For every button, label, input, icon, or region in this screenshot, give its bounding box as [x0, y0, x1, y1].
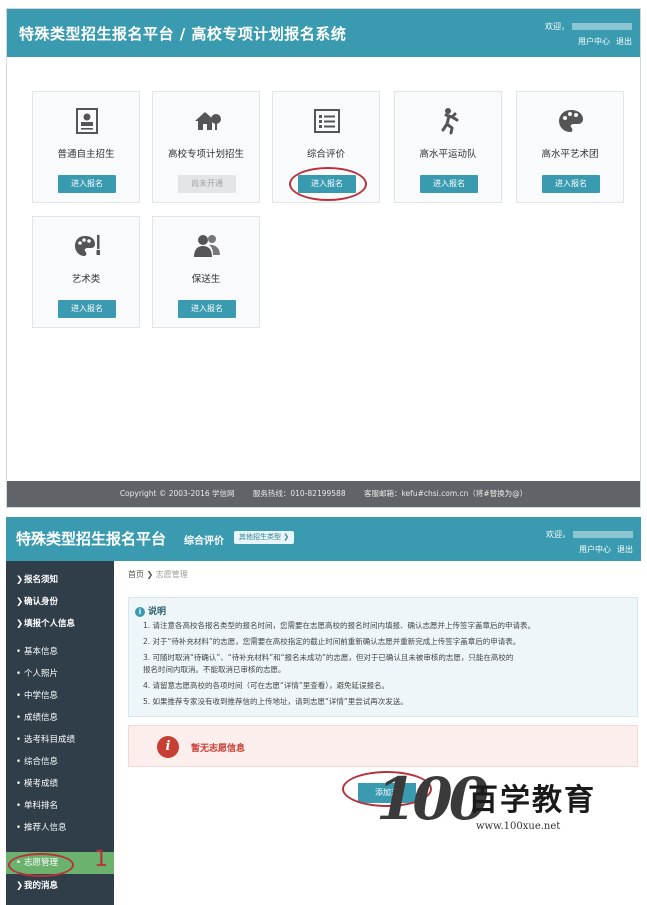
- enter-registration-button[interactable]: 进入报名: [542, 175, 600, 193]
- chevron-right-icon: ❯: [16, 575, 24, 585]
- bullet-icon: •: [16, 823, 22, 833]
- notice-heading: i 说明: [135, 604, 166, 617]
- notice-line: 3. 可随时取消“待确认”、“待补充材料”和“报名未成功”的志愿，但对于已确认且…: [143, 653, 514, 662]
- enter-registration-button[interactable]: 进入报名: [178, 300, 236, 318]
- info-icon: i: [135, 606, 145, 617]
- bullet-icon: •: [16, 735, 22, 745]
- tile-recommended-admission: 保送生 进入报名: [152, 216, 260, 328]
- notice-line: 报名时间内取消。不能取消已审核的志愿。: [143, 665, 286, 674]
- bullet-icon: •: [16, 669, 22, 679]
- enter-registration-button[interactable]: 进入报名: [58, 175, 116, 193]
- user-center-link[interactable]: 用户中心: [578, 37, 610, 46]
- watermark-url: www.100xue.net: [476, 821, 561, 832]
- tile-label: 高水平运动队: [419, 149, 477, 160]
- athlete-icon: [441, 108, 459, 135]
- user-name-redacted: [572, 23, 632, 30]
- watermark-name: 百学教育: [468, 783, 596, 818]
- sidebar-item-subject-ranking[interactable]: • 单科排名: [6, 795, 114, 817]
- main-content: 首页 ❯ 志愿管理 i 说明 1. 请注意各高校各报名类型的报名时间，您需要在志愿…: [120, 561, 641, 905]
- sidebar-item-school-info[interactable]: • 中学信息: [6, 685, 114, 707]
- tile-high-level-sports: 高水平运动队 进入报名: [394, 91, 502, 203]
- annotation-number: 1: [94, 847, 108, 872]
- tile-label: 艺术类: [71, 274, 101, 285]
- logout-link[interactable]: 退出: [616, 37, 632, 46]
- platform-title: 特殊类型招生报名平台: [16, 530, 167, 548]
- notice-line: 1. 请注意各高校各报名类型的报名时间，您需要在志愿高校的报名时间内填报、确认志…: [143, 621, 536, 630]
- empty-state-box: i 暂无志愿信息: [128, 725, 638, 767]
- tile-label: 综合评价: [306, 149, 345, 160]
- annotation-circle: [289, 167, 367, 201]
- logout-link[interactable]: 退出: [617, 545, 633, 554]
- notice-line: 4. 请留意志愿高校的各项时间（可在志愿“详情”里查看），避免延误报名。: [143, 681, 390, 690]
- sidebar-item-grades[interactable]: • 成绩信息: [6, 707, 114, 729]
- user-block: 欢迎， 用户中心 退出: [546, 527, 633, 557]
- tile-general-admission: 普通自主招生 进入报名: [32, 91, 140, 203]
- bullet-icon: •: [16, 779, 22, 789]
- notice-line: 2. 对于“待补充材料”的志愿，您需要在高校指定的截止时间前重新确认志愿并重新完…: [143, 637, 521, 646]
- welcome-text: 欢迎，: [545, 22, 569, 31]
- house-tree-icon: [195, 112, 221, 130]
- palette-brush-icon: [75, 235, 100, 256]
- footer: Copyright © 2003-2016 学信网 服务热线：010-82199…: [7, 481, 640, 507]
- top-header: 特殊类型招生报名平台 / 高校专项计划报名系统 欢迎， 用户中心 退出: [7, 9, 640, 57]
- bullet-icon: •: [16, 691, 22, 701]
- top-header: 特殊类型招生报名平台 综合评价 其他招生类型 ❯ 欢迎， 用户中心 退出: [6, 517, 641, 561]
- notice-line: 5. 如果推荐专家没有收到推荐信的上传地址，请到志愿“详情”里尝试再次发送。: [143, 697, 408, 706]
- sidebar-item-mock-exam[interactable]: • 模考成绩: [6, 773, 114, 795]
- sidebar-item-personal-info[interactable]: ❯填报个人信息: [6, 613, 114, 635]
- user-name-redacted: [573, 531, 633, 538]
- welcome-text: 欢迎，: [546, 530, 570, 539]
- chevron-right-icon: ❯: [16, 881, 24, 891]
- sidebar-item-photo[interactable]: • 个人照片: [6, 663, 114, 685]
- notice-panel: i 说明 1. 请注意各高校各报名类型的报名时间，您需要在志愿高校的报名时间内填报…: [128, 597, 638, 717]
- sidebar-item-messages[interactable]: ❯我的消息: [6, 875, 114, 897]
- sidebar-item-basic-info[interactable]: • 基本信息: [6, 641, 114, 663]
- watermark-logo: 100 百学教育 www.100xue.net: [376, 765, 641, 845]
- annotation-circle: [8, 853, 74, 877]
- enter-registration-button[interactable]: 进入报名: [58, 300, 116, 318]
- tile-label: 高水平艺术团: [541, 149, 599, 160]
- id-card-icon: [76, 108, 98, 134]
- tile-arts-category: 艺术类 进入报名: [32, 216, 140, 328]
- breadcrumb: 首页 ❯ 志愿管理: [128, 569, 188, 580]
- people-icon: [194, 235, 220, 257]
- email-text: 客服邮箱：kefu#chsi.com.cn（将#替换为@）: [363, 489, 528, 498]
- bullet-icon: •: [16, 713, 22, 723]
- enter-registration-button[interactable]: 进入报名: [420, 175, 478, 193]
- platform-title: 特殊类型招生报名平台 / 高校专项计划报名系统: [19, 25, 347, 43]
- user-block: 欢迎， 用户中心 退出: [545, 19, 632, 49]
- sidebar-item-elective-grades[interactable]: • 选考科目成绩: [6, 729, 114, 751]
- tile-label: 高校专项计划招生: [167, 149, 244, 160]
- breadcrumb-home[interactable]: 首页: [128, 570, 144, 579]
- tile-label: 普通自主招生: [57, 149, 115, 160]
- sidebar-item-confirm-identity[interactable]: ❯确认身份: [6, 591, 114, 613]
- application-management-screen: 特殊类型招生报名平台 综合评价 其他招生类型 ❯ 欢迎， 用户中心 退出 ❯报名须…: [6, 517, 641, 905]
- alert-icon: i: [157, 736, 179, 758]
- tile-high-level-arts: 高水平艺术团 进入报名: [516, 91, 624, 203]
- breadcrumb-separator-icon: ❯: [146, 570, 154, 579]
- sidebar-item-comprehensive-info[interactable]: • 综合信息: [6, 751, 114, 773]
- empty-state-message: 暂无志愿信息: [191, 744, 246, 754]
- bullet-icon: •: [16, 647, 22, 657]
- hotline-text: 服务热线：010-82199588: [252, 489, 346, 498]
- bullet-icon: •: [16, 801, 22, 811]
- other-category-switch[interactable]: 其他招生类型 ❯: [234, 531, 295, 544]
- copyright-text: Copyright © 2003-2016 学信网: [119, 489, 235, 498]
- chevron-right-icon: ❯: [16, 619, 24, 629]
- breadcrumb-current: 志愿管理: [155, 570, 188, 579]
- tile-special-plan: 高校专项计划招生 尚未开通: [152, 91, 260, 203]
- checklist-icon: [314, 109, 340, 133]
- tile-label: 保送生: [191, 274, 221, 285]
- sidebar-item-recommender[interactable]: • 推荐人信息: [6, 817, 114, 839]
- current-category: 综合评价: [184, 536, 224, 547]
- user-center-link[interactable]: 用户中心: [579, 545, 611, 554]
- bullet-icon: •: [16, 757, 22, 767]
- not-open-button: 尚未开通: [178, 175, 236, 193]
- palette-icon: [559, 110, 583, 132]
- chevron-right-icon: ❯: [16, 597, 24, 607]
- sidebar-item-notice[interactable]: ❯报名须知: [6, 569, 114, 591]
- category-selection-screen: 特殊类型招生报名平台 / 高校专项计划报名系统 欢迎， 用户中心 退出 普通自主招…: [6, 8, 641, 508]
